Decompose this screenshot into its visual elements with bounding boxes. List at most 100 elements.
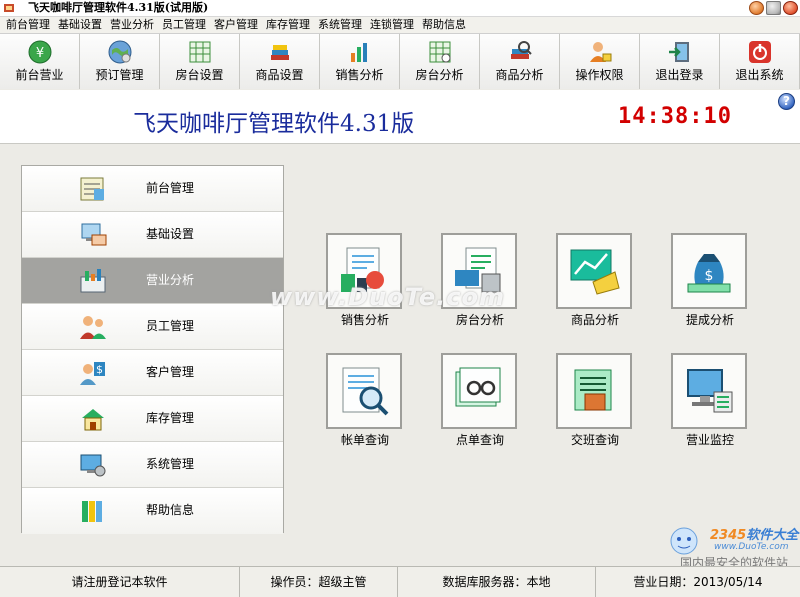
- button-frame: [556, 353, 632, 429]
- mascot-icon: [670, 527, 698, 555]
- svg-text:$: $: [705, 268, 714, 284]
- toolbar: ¥ 前台营业 预订管理 房台设置 商品设置 销售分析 房台分析 商品分析 操作权…: [0, 34, 800, 89]
- corner-watermark: 2345软件大全 www.DuoTe.com 国内最安全的软件站: [662, 523, 800, 570]
- toolbar-exit-button[interactable]: 退出系统: [720, 34, 800, 89]
- inventory-icon: [82, 409, 104, 431]
- help-books-icon: [82, 501, 102, 522]
- help-icon[interactable]: ?: [778, 93, 795, 110]
- toolbar-table-analysis-button[interactable]: 房台分析: [400, 34, 480, 89]
- menu-system[interactable]: 系统管理: [318, 17, 362, 33]
- menu-inventory[interactable]: 库存管理: [266, 17, 310, 33]
- toolbar-front-desk-button[interactable]: ¥ 前台营业: [0, 34, 80, 89]
- function-label: 商品分析: [570, 313, 619, 327]
- product-books-icon: [271, 45, 289, 60]
- commission-money-icon: $: [687, 254, 731, 293]
- nav-item-staff[interactable]: 员工管理: [22, 304, 283, 350]
- clock: 14:38:10: [618, 104, 732, 129]
- maximize-button[interactable]: [766, 1, 781, 15]
- toolbar-booking-button[interactable]: 预订管理: [80, 34, 160, 89]
- business-analysis-icon: [80, 269, 106, 293]
- nav-item-business-analysis[interactable]: 营业分析: [22, 258, 283, 304]
- button-frame: [671, 353, 747, 429]
- nav-item-basic-settings[interactable]: 基础设置: [22, 212, 283, 258]
- minimize-button[interactable]: [749, 1, 764, 15]
- button-frame: [556, 233, 632, 309]
- toolbar-label: 房台设置: [175, 68, 224, 82]
- status-bar: 请注册登记本软件 操作员：超级主管 数据库服务器：本地 营业日期：2013/05…: [0, 566, 800, 597]
- function-label: 交班查询: [570, 433, 619, 447]
- menu-business-analysis[interactable]: 营业分析: [110, 17, 154, 33]
- user-lock-icon: [590, 42, 612, 62]
- nav-item-inventory[interactable]: 库存管理: [22, 396, 283, 442]
- function-label: 提成分析: [685, 313, 734, 327]
- brand-suffix: 软件大全: [746, 528, 799, 543]
- menu-help[interactable]: 帮助信息: [422, 17, 466, 33]
- nav-item-customer[interactable]: $ 客户管理: [22, 350, 283, 396]
- bill-search-icon: [342, 367, 389, 416]
- status-business-date: 营业日期：2013/05/14: [633, 575, 763, 589]
- menu-chain[interactable]: 连锁管理: [370, 17, 414, 33]
- menu-bar: 前台管理 基础设置 营业分析 员工管理 客户管理 库存管理 系统管理 连锁管理 …: [0, 17, 800, 34]
- toolbar-label: 商品设置: [255, 68, 304, 82]
- brand-logo: 2345软件大全: [710, 524, 798, 543]
- booking-globe-icon: [108, 40, 132, 64]
- nav-label: 库存管理: [146, 411, 195, 425]
- nav-label: 系统管理: [146, 457, 195, 471]
- button-frame: [441, 353, 517, 429]
- toolbar-logout-button[interactable]: 退出登录: [640, 34, 720, 89]
- shift-query-button[interactable]: 交班查询: [556, 353, 634, 453]
- nav-label: 客户管理: [146, 365, 195, 379]
- toolbar-sales-analysis-button[interactable]: 销售分析: [320, 34, 400, 89]
- watermark-url: www.DuoTe.com: [714, 542, 789, 552]
- toolbar-product-settings-button[interactable]: 商品设置: [240, 34, 320, 89]
- nav-item-help[interactable]: 帮助信息: [22, 488, 283, 534]
- customer-icon: $: [80, 362, 105, 385]
- commission-analysis-button[interactable]: $ 提成分析: [671, 233, 749, 333]
- toolbar-label: 销售分析: [335, 68, 384, 82]
- order-query-button[interactable]: 点单查询: [441, 353, 519, 453]
- logout-door-icon: [669, 42, 689, 62]
- toolbar-label: 前台营业: [15, 68, 64, 82]
- toolbar-label: 退出系统: [735, 68, 784, 82]
- nav-item-front-manage[interactable]: 前台管理: [22, 166, 283, 212]
- function-label: 房台分析: [455, 313, 504, 327]
- title-bar: 飞天咖啡厅管理软件4.31版(试用版): [0, 0, 800, 17]
- order-search-icon: [455, 367, 501, 407]
- close-button[interactable]: [783, 1, 798, 15]
- bill-query-button[interactable]: 帐单查询: [326, 353, 404, 453]
- toolbar-label: 预订管理: [95, 68, 144, 82]
- menu-staff[interactable]: 员工管理: [162, 17, 206, 33]
- business-monitor-button[interactable]: 营业监控: [671, 353, 749, 453]
- header-banner: 飞天咖啡厅管理软件4.31版 14:38:10 ?: [0, 90, 800, 144]
- toolbar-permissions-button[interactable]: 操作权限: [560, 34, 640, 89]
- nav-label: 前台管理: [146, 181, 195, 195]
- toolbar-label: 退出登录: [655, 68, 704, 82]
- function-label: 销售分析: [340, 313, 389, 327]
- status-register: 请注册登记本软件: [0, 567, 240, 597]
- front-desk-icon: ¥: [28, 40, 52, 64]
- toolbar-table-settings-button[interactable]: 房台设置: [160, 34, 240, 89]
- status-db-server: 数据库服务器：本地: [398, 567, 596, 597]
- svg-text:¥: ¥: [36, 46, 44, 61]
- power-exit-icon: [749, 41, 771, 63]
- sales-chart-icon: [351, 43, 367, 62]
- product-analysis-icon: [511, 41, 532, 59]
- nav-label: 营业分析: [146, 273, 195, 287]
- nav-item-system[interactable]: 系统管理: [22, 442, 283, 488]
- svg-text:$: $: [96, 363, 103, 376]
- function-label: 帐单查询: [340, 433, 389, 447]
- app-icon: [4, 4, 14, 12]
- left-nav: 前台管理 基础设置 营业分析 员工管理 $ 客户管理 库存管理 系统管理 帮助信…: [21, 165, 284, 534]
- system-icon: [80, 454, 106, 477]
- toolbar-product-analysis-button[interactable]: 商品分析: [480, 34, 560, 89]
- staff-icon: [80, 316, 106, 339]
- status-operator: 操作员：超级主管: [240, 567, 398, 597]
- menu-front-desk[interactable]: 前台管理: [6, 17, 50, 33]
- product-analysis-button[interactable]: 商品分析: [556, 233, 634, 333]
- app-title: 飞天咖啡厅管理软件4.31版: [133, 111, 415, 137]
- toolbar-label: 操作权限: [575, 68, 624, 82]
- product-report-icon: [570, 249, 620, 295]
- function-label: 点单查询: [455, 433, 504, 447]
- menu-customer[interactable]: 客户管理: [214, 17, 258, 33]
- menu-basic-settings[interactable]: 基础设置: [58, 17, 102, 33]
